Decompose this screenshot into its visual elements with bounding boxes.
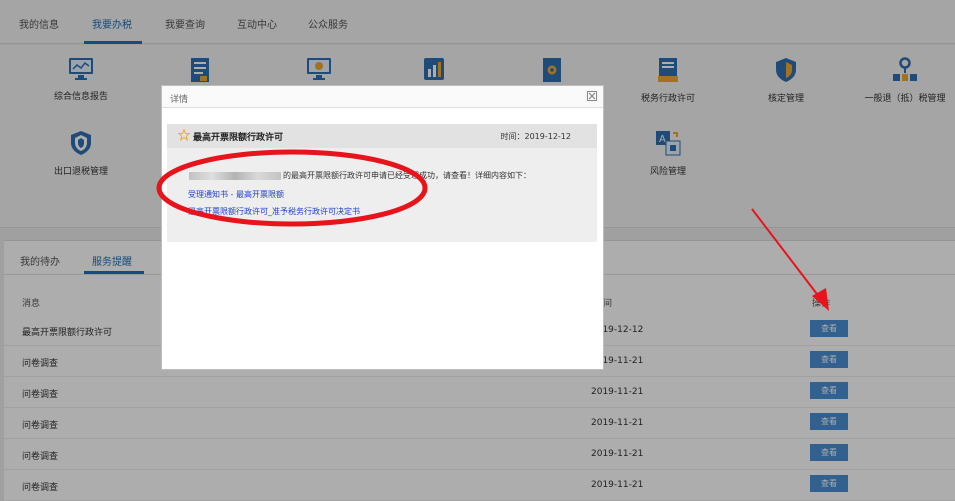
annotation-ellipse <box>156 149 428 227</box>
annotation-arrow-line <box>751 208 821 299</box>
annotation-layer <box>156 149 829 311</box>
